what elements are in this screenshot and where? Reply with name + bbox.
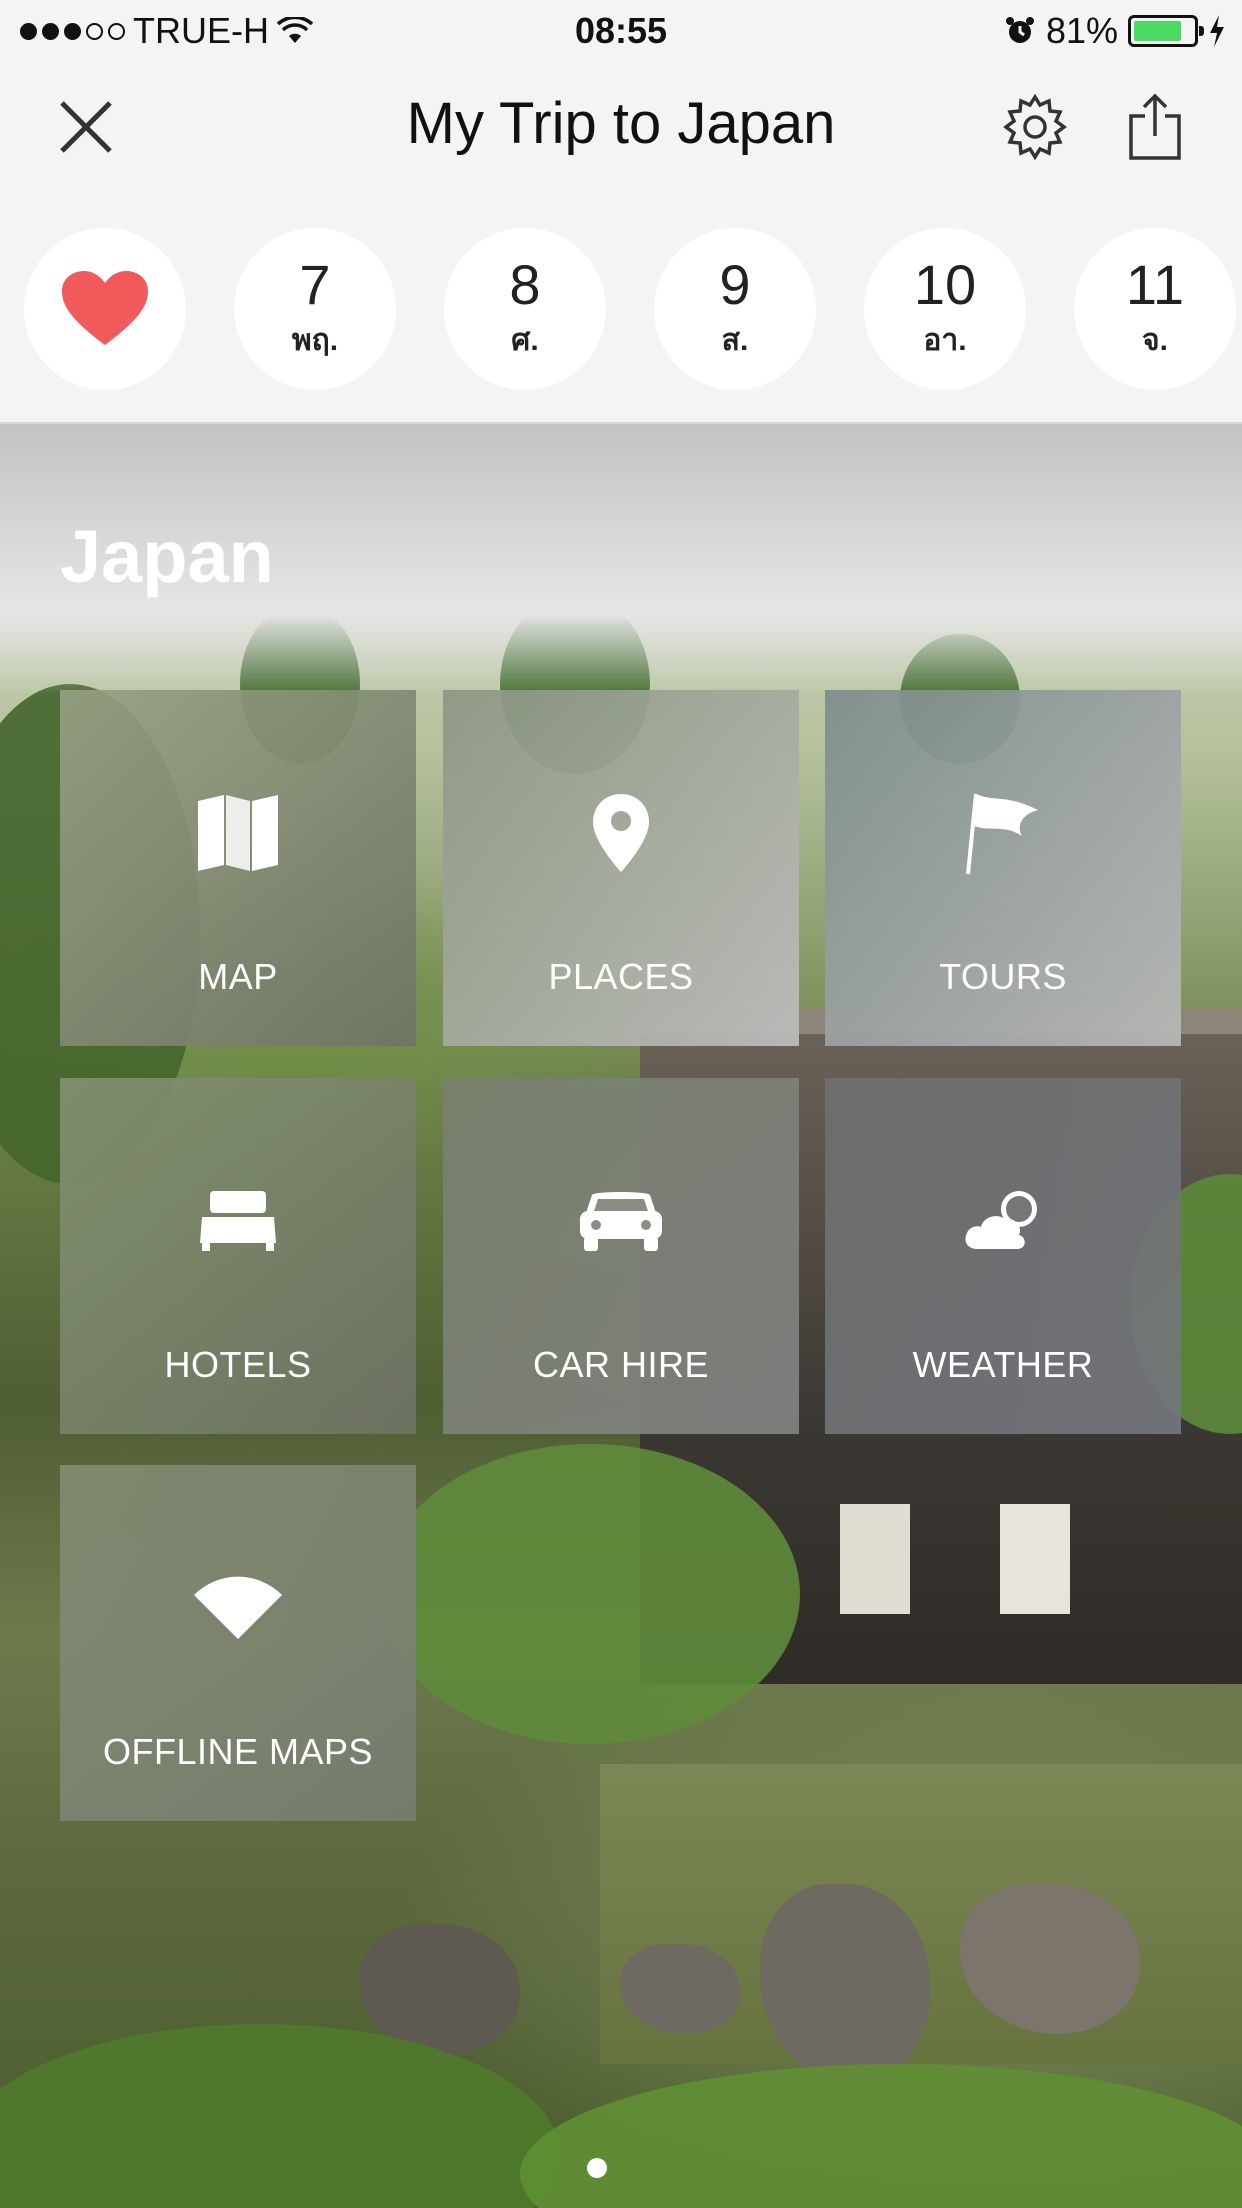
map-tile[interactable]: MAP — [60, 690, 416, 1046]
day-button[interactable]: 8 ศ. — [444, 228, 606, 390]
bed-icon — [60, 1166, 416, 1276]
map-icon — [60, 778, 416, 888]
tile-label: HOTELS — [164, 1344, 312, 1385]
day-number: 7 — [299, 252, 331, 316]
location-pin-icon — [443, 778, 799, 888]
battery-icon — [1128, 15, 1204, 47]
alarm-icon — [1005, 17, 1034, 43]
car-icon — [443, 1166, 799, 1276]
status-bar: TRUE-H 08:55 81% — [0, 0, 1242, 62]
share-button[interactable] — [1115, 87, 1195, 167]
hotels-tile[interactable]: HOTELS — [60, 1078, 416, 1434]
day-number: 11 — [1125, 252, 1185, 316]
favorites-day-button[interactable] — [24, 228, 186, 390]
settings-button[interactable] — [995, 87, 1075, 167]
day-number: 10 — [913, 252, 977, 316]
cloud-sun-icon — [825, 1166, 1181, 1276]
destination-title: Japan — [60, 515, 274, 598]
share-icon — [1129, 93, 1181, 160]
day-weekday: จ. — [1142, 323, 1168, 357]
status-right: 81% — [1004, 10, 1226, 52]
day-weekday: พฤ. — [291, 323, 339, 357]
day-button[interactable]: 11 จ. — [1074, 228, 1236, 390]
battery-percent: 81% — [1045, 10, 1118, 51]
tours-tile[interactable]: TOURS — [825, 690, 1181, 1046]
tile-label: CAR HIRE — [532, 1344, 710, 1385]
tile-label: WEATHER — [912, 1344, 1094, 1385]
day-weekday: ศ. — [511, 323, 539, 357]
destination-hero: Japan MAP PLACES TOURS HOTELS CAR HIRE W… — [0, 424, 1242, 2208]
tile-label: PLACES — [548, 956, 694, 997]
day-number: 8 — [509, 252, 541, 316]
day-number: 9 — [719, 252, 751, 316]
day-weekday: ส. — [721, 323, 749, 357]
flag-icon — [825, 778, 1181, 888]
car-hire-tile[interactable]: CAR HIRE — [443, 1078, 799, 1434]
nav-bar: My Trip to Japan — [0, 62, 1242, 192]
page-indicator-dot[interactable] — [587, 2158, 607, 2178]
tile-label: MAP — [198, 956, 278, 997]
day-weekday: อา. — [923, 323, 967, 357]
day-button[interactable]: 10 อา. — [864, 228, 1026, 390]
charging-icon — [1210, 15, 1224, 47]
places-tile[interactable]: PLACES — [443, 690, 799, 1046]
day-button[interactable]: 9 ส. — [654, 228, 816, 390]
day-selector: 7 พฤ. 8 ศ. 9 ส. 10 อา. 11 จ. — [0, 192, 1242, 424]
heart-icon — [62, 271, 148, 345]
wifi-offline-icon — [60, 1553, 416, 1663]
gear-icon — [1003, 93, 1067, 161]
tile-label: TOURS — [939, 956, 1067, 997]
day-button[interactable]: 7 พฤ. — [234, 228, 396, 390]
weather-tile[interactable]: WEATHER — [825, 1078, 1181, 1434]
offline-maps-tile[interactable]: OFFLINE MAPS — [60, 1465, 416, 1821]
tile-label: OFFLINE MAPS — [102, 1731, 374, 1772]
